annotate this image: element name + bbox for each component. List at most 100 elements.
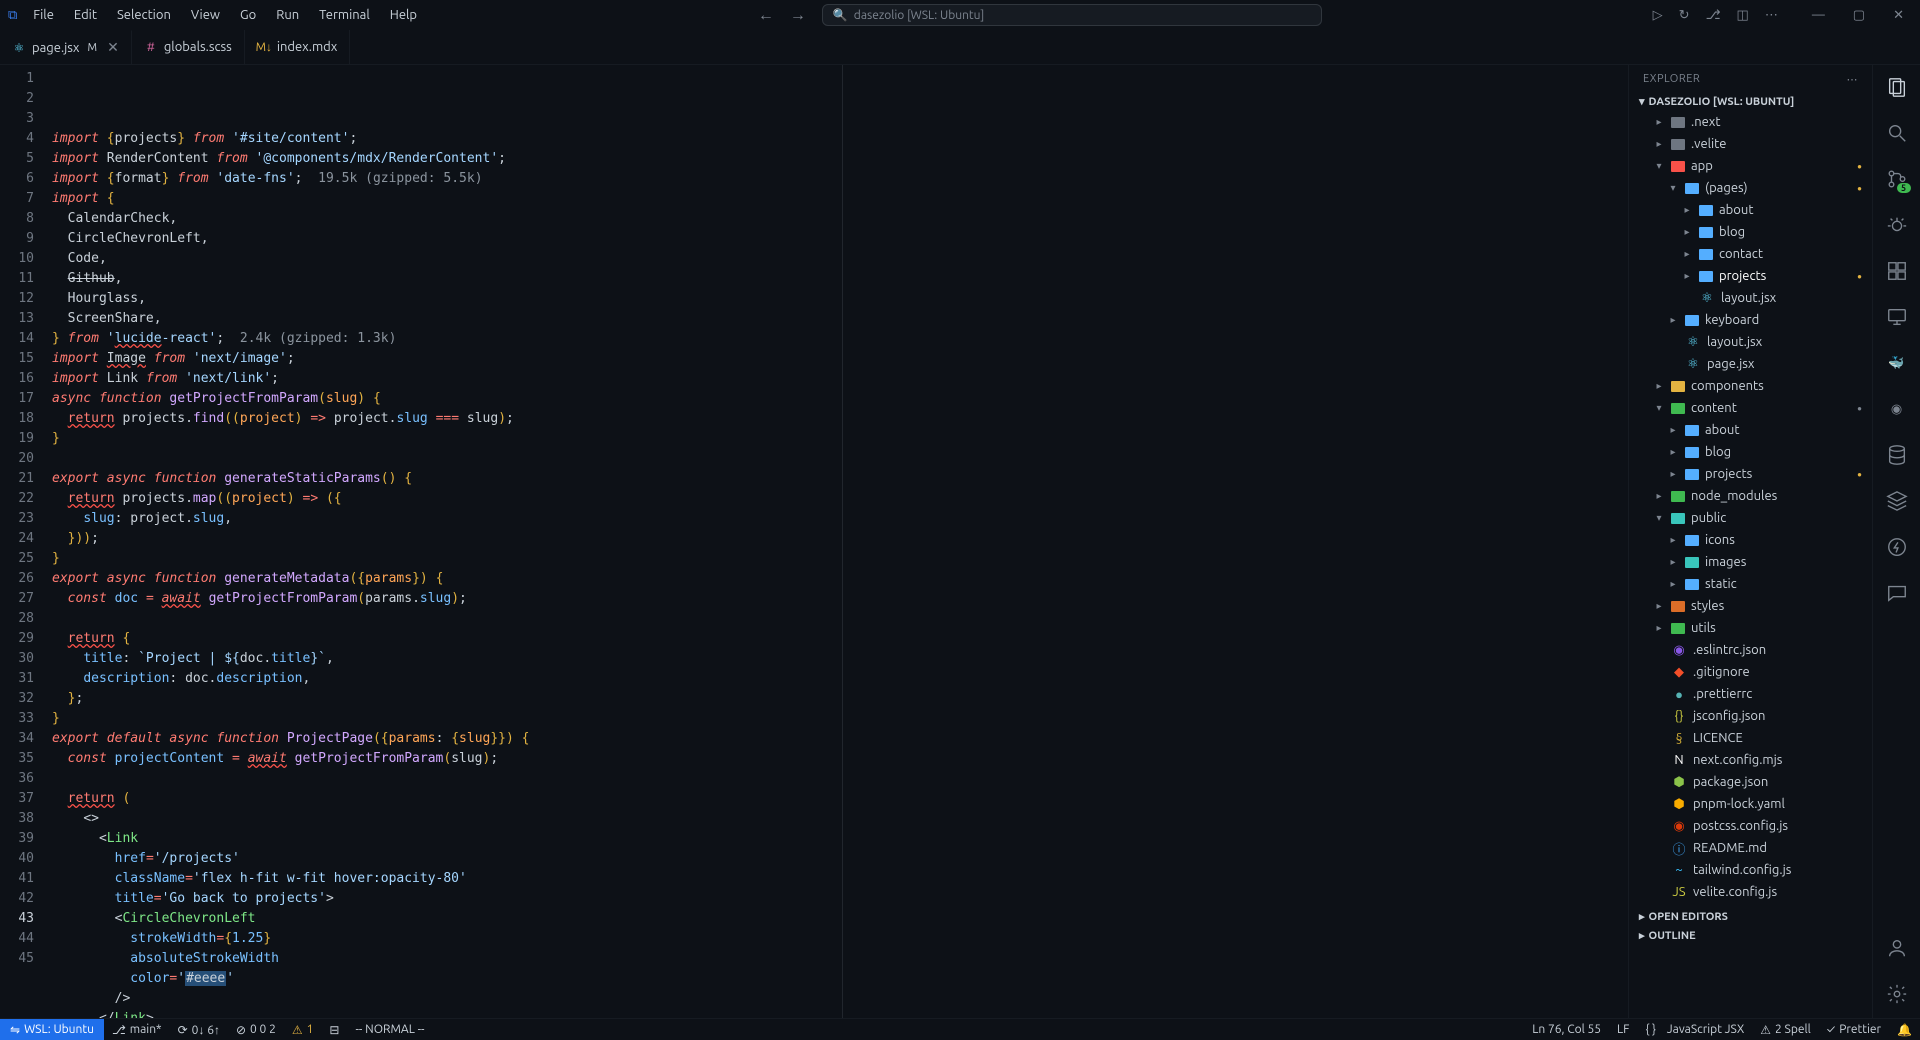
debug-icon[interactable] bbox=[1885, 213, 1909, 237]
layers-icon[interactable] bbox=[1885, 489, 1909, 513]
explorer-panel: EXPLORER ⋯ ▾ DASEZOLIO [WSL: UBUNTU] ▸.n… bbox=[1628, 65, 1872, 1018]
open-editors-section[interactable]: ▸ OPEN EDITORS bbox=[1633, 907, 1868, 926]
command-center[interactable]: 🔍 dasezolio [WSL: Ubuntu] bbox=[822, 4, 1322, 26]
chevron-right-icon: ▸ bbox=[1667, 446, 1679, 458]
extensions-icon[interactable] bbox=[1885, 259, 1909, 283]
folder-icon bbox=[1671, 139, 1685, 150]
problems[interactable]: ⊘ 0 0 2 bbox=[228, 1023, 284, 1037]
more-icon[interactable]: ⋯ bbox=[1763, 6, 1780, 25]
folder-public[interactable]: ▾public bbox=[1633, 507, 1868, 529]
tree-root[interactable]: ▾ DASEZOLIO [WSL: UBUNTU] bbox=[1633, 92, 1868, 111]
tab-page-jsx[interactable]: ⚛page.jsxM✕ bbox=[0, 30, 132, 64]
folder-styles[interactable]: ▸styles bbox=[1633, 595, 1868, 617]
git-branch[interactable]: ⎇ main* bbox=[104, 1023, 170, 1037]
file-velite-config-js[interactable]: JSvelite.config.js bbox=[1633, 881, 1868, 903]
file--prettierrc[interactable]: ●.prettierrc bbox=[1633, 683, 1868, 705]
nav-forward-icon[interactable]: → bbox=[786, 6, 810, 25]
tab-globals-scss[interactable]: #globals.scss bbox=[132, 30, 245, 64]
eol[interactable]: LF bbox=[1609, 1023, 1637, 1036]
source-control-icon[interactable]: 5 bbox=[1885, 167, 1909, 191]
nav-back-icon[interactable]: ← bbox=[754, 6, 778, 25]
git-sync[interactable]: ⟳ 0↓ 6↑ bbox=[170, 1023, 228, 1037]
file-layout-jsx[interactable]: ⚛layout.jsx bbox=[1633, 331, 1868, 353]
folder--pages-[interactable]: ▾(pages)● bbox=[1633, 177, 1868, 199]
file-jsconfig-json[interactable]: {}jsconfig.json bbox=[1633, 705, 1868, 727]
file-page-jsx[interactable]: ⚛page.jsx bbox=[1633, 353, 1868, 375]
database-icon[interactable] bbox=[1885, 443, 1909, 467]
sync-icon: ⟳ bbox=[178, 1023, 188, 1037]
docker-icon[interactable]: 🐳 bbox=[1885, 351, 1909, 375]
remote-explorer-icon[interactable] bbox=[1885, 305, 1909, 329]
folder-blog[interactable]: ▸blog bbox=[1633, 221, 1868, 243]
menu-selection[interactable]: Selection bbox=[109, 4, 179, 26]
file-tailwind-config-js[interactable]: ~tailwind.config.js bbox=[1633, 859, 1868, 881]
code-content[interactable]: import {projects} from '#site/content';i… bbox=[52, 65, 1628, 1018]
thunder-icon[interactable] bbox=[1885, 535, 1909, 559]
reload-icon[interactable]: ↻ bbox=[1677, 6, 1692, 25]
folder-projects[interactable]: ▸projects● bbox=[1633, 463, 1868, 485]
branch-icon[interactable]: ⎇ bbox=[1704, 6, 1723, 25]
folder-keyboard[interactable]: ▸keyboard bbox=[1633, 309, 1868, 331]
folder-about[interactable]: ▸about bbox=[1633, 419, 1868, 441]
maximize-icon[interactable]: ▢ bbox=[1845, 4, 1873, 27]
minimize-icon[interactable]: ― bbox=[1804, 4, 1833, 27]
folder--next[interactable]: ▸.next bbox=[1633, 111, 1868, 133]
search-panel-icon[interactable] bbox=[1885, 121, 1909, 145]
explorer-menu-icon[interactable]: ⋯ bbox=[1847, 73, 1859, 86]
explorer-icon[interactable] bbox=[1885, 75, 1909, 99]
editor[interactable]: 1234567891011121314151617181920212223242… bbox=[0, 65, 1628, 1018]
folder-node_modules[interactable]: ▸node_modules bbox=[1633, 485, 1868, 507]
folder--velite[interactable]: ▸.velite bbox=[1633, 133, 1868, 155]
menu-go[interactable]: Go bbox=[232, 4, 264, 26]
layout-icon[interactable]: ◫ bbox=[1735, 6, 1751, 25]
menu-help[interactable]: Help bbox=[382, 4, 425, 26]
file-pnpm-lock-yaml[interactable]: ⬢pnpm-lock.yaml bbox=[1633, 793, 1868, 815]
file-icon: N bbox=[1671, 753, 1687, 767]
bell-icon[interactable]: 🔔 bbox=[1889, 1023, 1920, 1037]
folder-images[interactable]: ▸images bbox=[1633, 551, 1868, 573]
file-package-json[interactable]: ⬢package.json bbox=[1633, 771, 1868, 793]
outline-section[interactable]: ▸ OUTLINE bbox=[1633, 926, 1868, 945]
spell[interactable]: ⚠2 Spell bbox=[1752, 1023, 1819, 1037]
settings-gear-icon[interactable] bbox=[1885, 982, 1909, 1006]
file--eslintrc-json[interactable]: ◉.eslintrc.json bbox=[1633, 639, 1868, 661]
folder-content[interactable]: ▾content● bbox=[1633, 397, 1868, 419]
folder-utils[interactable]: ▸utils bbox=[1633, 617, 1868, 639]
menu-edit[interactable]: Edit bbox=[66, 4, 105, 26]
folder-projects[interactable]: ▸projects● bbox=[1633, 265, 1868, 287]
account-icon[interactable] bbox=[1885, 936, 1909, 960]
file-next-config-mjs[interactable]: Nnext.config.mjs bbox=[1633, 749, 1868, 771]
folder-contact[interactable]: ▸contact bbox=[1633, 243, 1868, 265]
folder-about[interactable]: ▸about bbox=[1633, 199, 1868, 221]
close-window-icon[interactable]: ✕ bbox=[1885, 4, 1912, 27]
comments-icon[interactable] bbox=[1885, 581, 1909, 605]
folder-icons[interactable]: ▸icons bbox=[1633, 529, 1868, 551]
menu-run[interactable]: Run bbox=[268, 4, 307, 26]
tab-label: globals.scss bbox=[164, 40, 232, 54]
menu-view[interactable]: View bbox=[183, 4, 228, 26]
folder-components[interactable]: ▸components bbox=[1633, 375, 1868, 397]
warnings[interactable]: ⚠ 1 bbox=[284, 1023, 322, 1037]
close-icon[interactable]: ✕ bbox=[107, 39, 119, 56]
tab-index-mdx[interactable]: M↓index.mdx bbox=[245, 30, 351, 64]
prettier[interactable]: ✓Prettier bbox=[1819, 1023, 1889, 1036]
split-icon[interactable]: ⊟ bbox=[321, 1023, 347, 1037]
figma-icon[interactable]: ◉ bbox=[1885, 397, 1909, 421]
folder-app[interactable]: ▾app● bbox=[1633, 155, 1868, 177]
file-icon: ⬢ bbox=[1671, 775, 1687, 790]
file-licence[interactable]: §LICENCE bbox=[1633, 727, 1868, 749]
menu-file[interactable]: File bbox=[25, 4, 62, 26]
remote-indicator[interactable]: ⇋ WSL: Ubuntu bbox=[0, 1019, 104, 1040]
menu-terminal[interactable]: Terminal bbox=[311, 4, 378, 26]
file-readme-md[interactable]: ⓘREADME.md bbox=[1633, 837, 1868, 859]
file--gitignore[interactable]: ◆.gitignore bbox=[1633, 661, 1868, 683]
file-icon: JS bbox=[1671, 885, 1687, 899]
folder-static[interactable]: ▸static bbox=[1633, 573, 1868, 595]
folder-blog[interactable]: ▸blog bbox=[1633, 441, 1868, 463]
ruler bbox=[842, 65, 843, 1018]
cursor-position[interactable]: Ln 76, Col 55 bbox=[1524, 1023, 1609, 1036]
file-postcss-config-js[interactable]: ◉postcss.config.js bbox=[1633, 815, 1868, 837]
run-icon[interactable]: ▷ bbox=[1651, 6, 1665, 25]
language-mode[interactable]: { } JavaScript JSX bbox=[1637, 1023, 1752, 1036]
file-layout-jsx[interactable]: ⚛layout.jsx bbox=[1633, 287, 1868, 309]
